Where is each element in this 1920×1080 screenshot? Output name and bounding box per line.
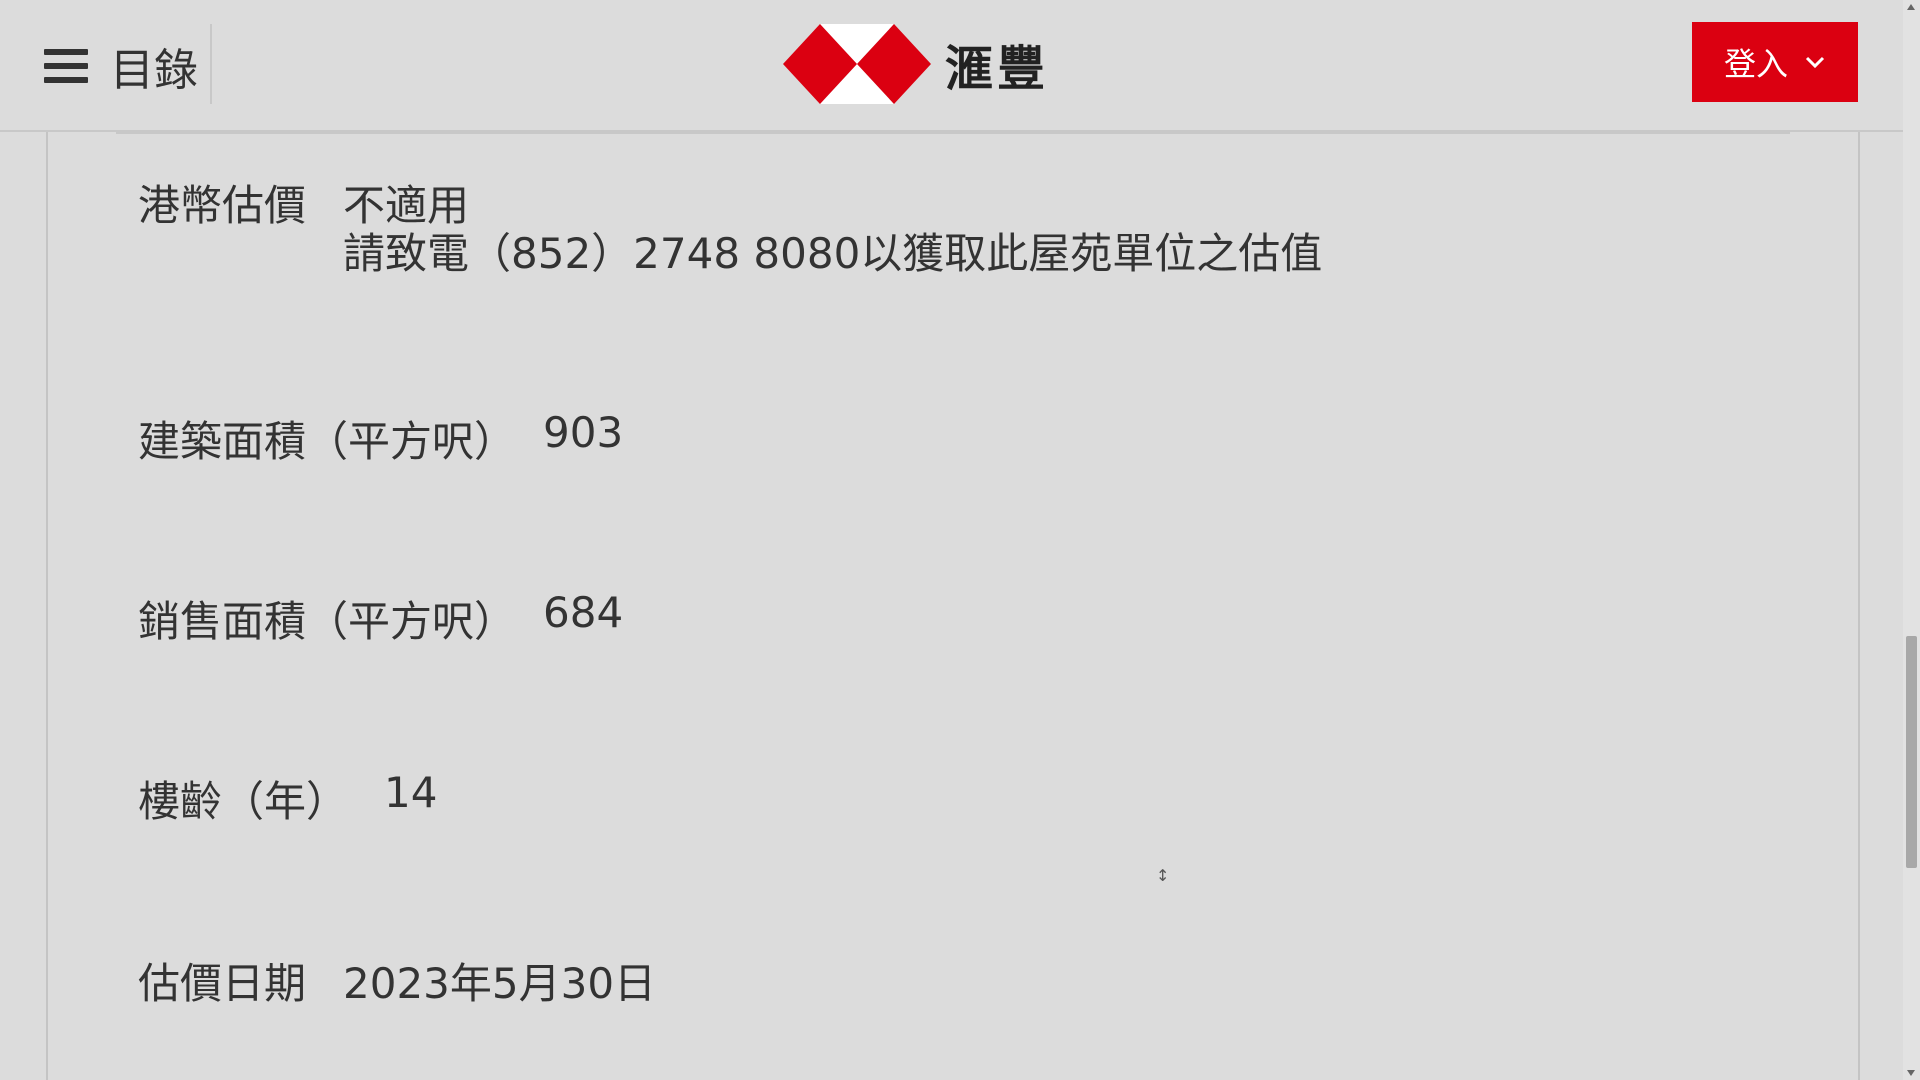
menu-label: 目錄 [110,45,198,96]
detail-value: 684 [543,588,624,637]
scroll-down-arrow-icon[interactable] [1907,1070,1915,1076]
valuation-status: 不適用 [343,181,470,230]
brand-name: 滙豐 [945,41,1050,97]
detail-row-valuation-date: 估價日期 2023年5月30日 [138,950,656,1011]
detail-value: 14 [384,768,438,817]
detail-label: 建築面積（平方呎） [138,417,517,466]
chevron-down-icon [1805,56,1825,69]
scroll-up-arrow-icon[interactable] [1907,4,1915,10]
mouse-cursor-icon: ↕ [1156,866,1170,885]
hamburger-icon [44,49,88,83]
page-scrollbar[interactable] [1903,0,1920,1080]
menu-button[interactable]: 目錄 [44,36,198,96]
detail-label: 港幣估價 [138,181,307,230]
login-button[interactable]: 登入 [1692,22,1858,102]
detail-row-gross-area: 建築面積（平方呎） 903 [138,408,623,469]
detail-value: 不適用 請致電（852）2748 8080以獲取此屋苑單位之估值 [343,182,1322,278]
scrollbar-thumb[interactable] [1906,636,1917,868]
detail-row-saleable-area: 銷售面積（平方呎） 684 [138,588,623,649]
hexagon-logo-icon [783,24,931,104]
site-header: 目錄 滙豐 登入 [0,0,1903,132]
detail-label: 銷售面積（平方呎） [138,597,517,646]
login-label: 登入 [1723,45,1788,83]
detail-value: 2023年5月30日 [343,959,657,1008]
header-divider [210,24,212,104]
detail-row-valuation: 港幣估價 不適用 請致電（852）2748 8080以獲取此屋苑單位之估值 [138,182,1322,278]
detail-row-building-age: 樓齡（年） 14 [138,768,437,829]
panel-divider [116,132,1790,134]
detail-value: 903 [543,408,624,457]
detail-label: 估價日期 [138,959,307,1008]
valuation-details-panel: 港幣估價 不適用 請致電（852）2748 8080以獲取此屋苑單位之估值 建築… [46,132,1860,1080]
page: 目錄 滙豐 登入 港幣估價 不適用 請致電（852）2748 8080以獲取此屋… [0,0,1920,1080]
valuation-contact-note: 請致電（852）2748 8080以獲取此屋苑單位之估值 [343,229,1323,278]
brand-logo[interactable]: 滙豐 [783,24,1049,104]
detail-label: 樓齡（年） [138,777,349,826]
